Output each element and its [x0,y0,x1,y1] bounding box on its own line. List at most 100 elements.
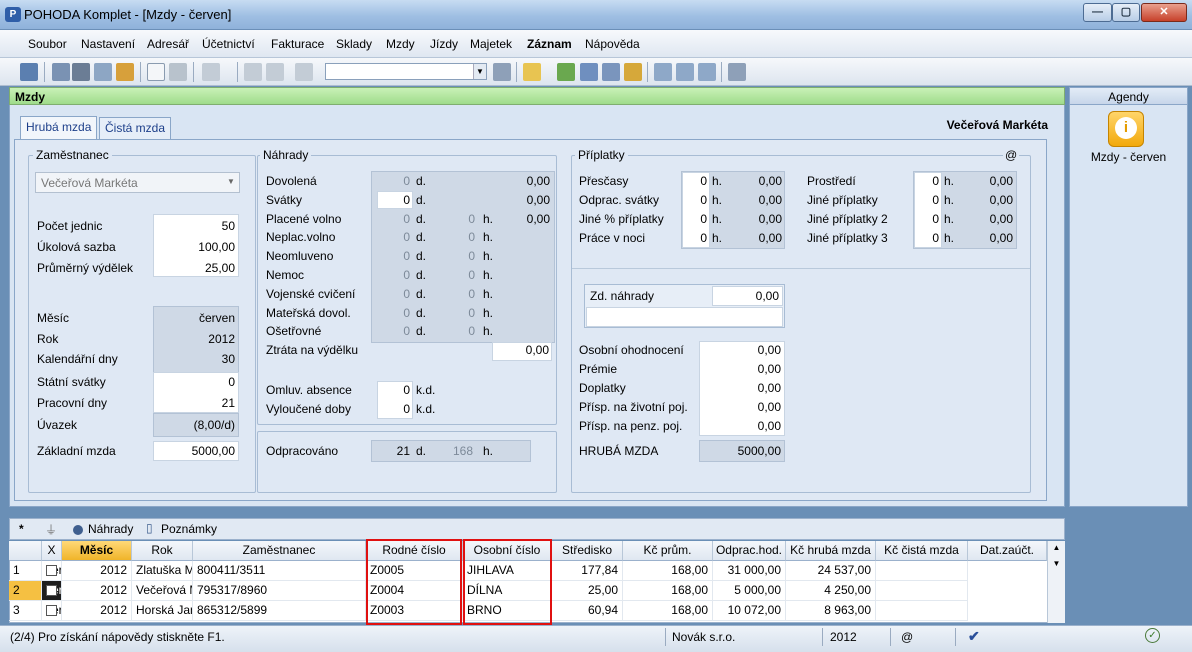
scroll-down-icon[interactable]: ▼ [1048,555,1065,573]
table-cell[interactable]: Zlatuška Marek Ing. [132,561,193,581]
table-cell[interactable]: 2 [9,581,42,601]
menu-adresar[interactable]: Adresář [147,37,189,51]
tab-hruba-mzda[interactable]: Hrubá mzda [20,116,98,139]
settings-icon[interactable] [728,63,746,81]
coins-icon[interactable] [624,63,642,81]
table-cell[interactable]: 865312/5899 [193,601,366,621]
employee-field-value[interactable]: 5000,00 [156,444,235,458]
money-icon[interactable] [557,63,575,81]
column-header[interactable]: Zaměstnanec [193,541,366,561]
table-cell[interactable]: 5 000,00 [713,581,786,601]
table-cell[interactable]: 8 963,00 [786,601,876,621]
sickness-comp-value[interactable]: 0,00 [712,289,779,303]
surcharge-hours[interactable]: 0 [915,212,939,226]
calculator-icon[interactable] [602,63,620,81]
column-header[interactable]: X [42,541,62,561]
table-cell[interactable]: 60,94 [552,601,623,621]
extra-pay-value[interactable]: 0,00 [700,381,781,395]
table-cell[interactable]: 24 537,00 [786,561,876,581]
surcharge-hours[interactable]: 0 [683,212,707,226]
scroll-up-icon[interactable]: ▲ [1048,541,1065,555]
column-header[interactable]: Dat.zaúčt. [968,541,1047,561]
extra-pay-value[interactable]: 0,00 [700,400,781,414]
surcharge-hours[interactable]: 0 [683,231,707,245]
filter-combo[interactable]: ▼ [325,63,487,80]
compensation-days[interactable]: 0 [378,193,410,207]
menu-mzdy[interactable]: Mzdy [386,37,415,51]
surcharge-hours[interactable]: 0 [683,193,707,207]
table-cell[interactable]: 177,84 [552,561,623,581]
column-header[interactable]: Rok [132,541,193,561]
table-cell[interactable]: 25,00 [552,581,623,601]
form-icon[interactable] [676,63,694,81]
menu-zaznam[interactable]: Záznam [527,37,572,51]
tab-nahrady[interactable]: Náhrady [88,522,133,536]
employee-select[interactable]: Večeřová Markéta [35,172,240,193]
surcharge-hours[interactable]: 0 [915,193,939,207]
list-icon[interactable] [654,63,672,81]
column-header[interactable]: Kč prům. [623,541,713,561]
wage-loss-value[interactable]: 0,00 [495,343,549,357]
table-cell[interactable]: 800411/3511 [193,561,366,581]
table-cell[interactable]: 10 072,00 [713,601,786,621]
table-cell[interactable]: 3 [9,601,42,621]
extra-pay-value[interactable]: 0,00 [700,362,781,376]
table-cell[interactable] [876,601,968,621]
table-icon[interactable] [580,63,598,81]
pohoda-app-icon[interactable]: P [5,7,21,22]
row-checkbox[interactable] [42,581,62,601]
employee-field-value[interactable]: 25,00 [156,261,235,275]
at-icon[interactable]: @ [1003,148,1020,162]
new-record-icon[interactable] [147,63,165,81]
save-icon[interactable] [244,63,262,81]
menu-jizdy[interactable]: Jízdy [430,37,458,51]
print-preview-icon[interactable] [52,63,70,81]
employee-field-value[interactable]: 21 [156,396,235,410]
extra-pay-value[interactable]: 0,00 [700,419,781,433]
table-cell[interactable]: 4 250,00 [786,581,876,601]
excused-absence-value[interactable]: 0 [378,383,410,397]
table-cell[interactable]: 2012 [62,581,132,601]
back-arrow-icon[interactable] [202,63,220,81]
row-checkbox[interactable] [42,561,62,581]
table-cell[interactable]: 1 [9,561,42,581]
chevron-down-icon[interactable]: ▼ [227,177,235,186]
new-row-icon[interactable]: * [19,522,24,536]
status-ok-icon[interactable]: ✓ [1145,628,1160,643]
copy-icon[interactable] [295,63,313,81]
checkmark-icon[interactable]: ✔ [968,628,980,645]
close-button[interactable]: ✕ [1141,3,1187,22]
column-header[interactable]: Kč hrubá mzda [786,541,876,561]
chevron-down-icon[interactable]: ▼ [473,64,486,79]
column-header[interactable]: Kč čistá mzda [876,541,968,561]
tab-cista-mzda[interactable]: Čistá mzda [99,117,172,139]
employee-field-value[interactable]: 0 [156,375,235,389]
maximize-button[interactable]: ▢ [1112,3,1140,22]
print-icon[interactable] [72,63,90,81]
surcharge-hours[interactable]: 0 [915,174,939,188]
row-checkbox[interactable] [42,601,62,621]
column-header[interactable]: Středisko [552,541,623,561]
exit-icon[interactable] [20,63,38,81]
table-cell[interactable]: 31 000,00 [713,561,786,581]
discard-icon[interactable] [266,63,284,81]
filter-icon[interactable] [493,63,511,81]
table-cell[interactable]: 795317/8960 [193,581,366,601]
table-cell[interactable]: Horská Jana [132,601,193,621]
excluded-periods-value[interactable]: 0 [378,402,410,416]
agenda-item-mzdy[interactable]: Mzdy - červen [1069,150,1188,164]
menu-nastaveni[interactable]: Nastavení [81,37,135,51]
menu-ucetnictvi[interactable]: Účetnictví [202,37,255,51]
column-header[interactable]: Měsíc [62,541,132,561]
minimize-button[interactable]: — [1083,3,1112,22]
note-icon[interactable] [698,63,716,81]
table-cell[interactable]: 2012 [62,601,132,621]
status-at-icon[interactable]: @ [901,630,913,644]
table-cell[interactable]: 2012 [62,561,132,581]
column-header[interactable]: Odprac.hod. [713,541,786,561]
menu-sklady[interactable]: Sklady [336,37,372,51]
surcharge-hours[interactable]: 0 [915,231,939,245]
employee-field-value[interactable]: 50 [156,219,235,233]
table-cell[interactable] [876,561,968,581]
folder-icon[interactable] [523,63,541,81]
